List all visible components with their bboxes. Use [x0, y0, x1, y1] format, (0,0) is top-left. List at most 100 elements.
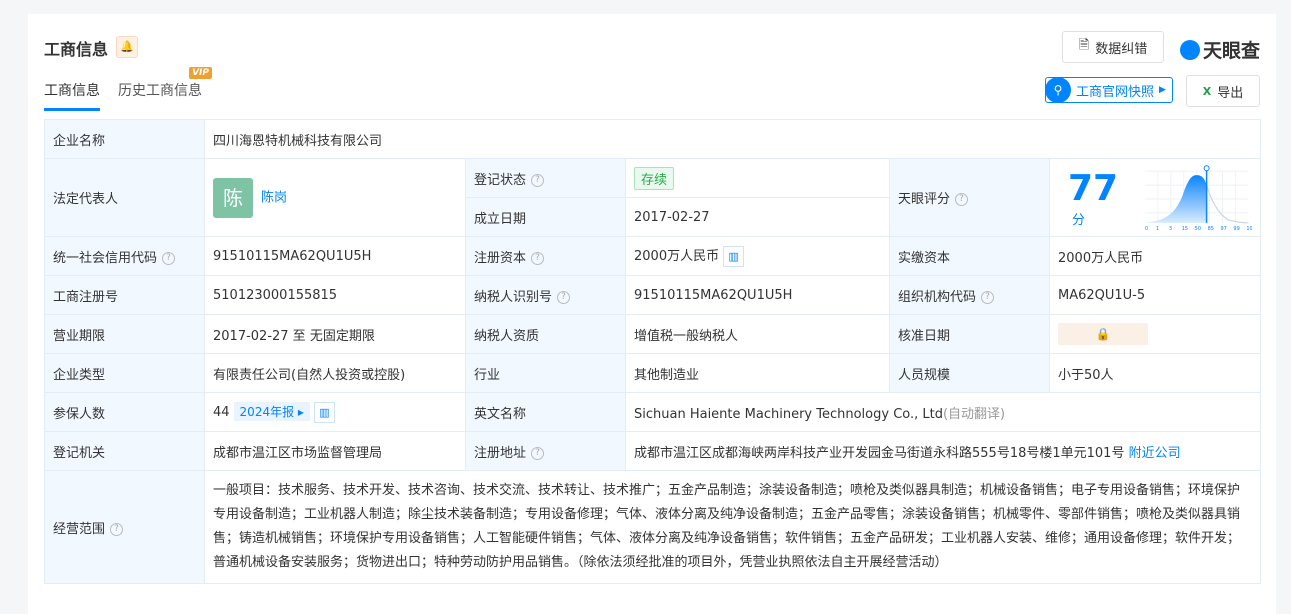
approve-date-cell: 🔒 [1049, 314, 1261, 354]
label-scope: 经营范围? [44, 470, 205, 584]
label-authority: 登记机关 [44, 431, 205, 471]
lock-icon[interactable]: 🔒 [1058, 323, 1148, 345]
nearby-companies-link[interactable]: 附近公司 [1129, 446, 1181, 461]
chart-icon[interactable]: ▥ [723, 246, 745, 267]
chart-icon[interactable]: ▥ [313, 401, 335, 423]
address-label: 注册地址 [474, 445, 527, 461]
table-row: 统一社会信用代码? 91510115MA62QU1U5H 注册资本? 2000万… [44, 236, 1261, 276]
score-value: 77 [1068, 167, 1119, 209]
staff-size: 小于50人 [1049, 353, 1261, 393]
score-label: 天眼评分 [898, 192, 951, 207]
taxpayer-qualification: 增值税一般纳税人 [625, 314, 890, 354]
help-icon[interactable]: ? [981, 290, 995, 304]
data-correction-button[interactable]: 🗎 数据纠错 [1062, 31, 1164, 63]
legal-rep-link[interactable]: 陈岗 [261, 190, 287, 205]
reg-capital-cell: 2000万人民币 ▥ [625, 236, 890, 276]
status-label: 登记状态 [474, 172, 527, 188]
bell-icon[interactable]: 🔔 [116, 36, 138, 58]
label-approve-date: 核准日期 [889, 314, 1050, 354]
table-row: 登记机关 成都市温江区市场监督管理局 注册地址? 成都市温江区成都海峡两岸科技产… [44, 431, 1261, 471]
export-button[interactable]: X 导出 [1186, 75, 1260, 107]
reg-no: 510123000155815 [204, 275, 466, 315]
score-marker-dot [1203, 164, 1210, 171]
business-info-card: 工商信息 🔔 工商信息 历史工商信息 VIP 🗎 数据纠错 天眼查 ⚲ 工商官网快照 ▶… [28, 14, 1276, 614]
founded-date: 2017-02-27 [625, 197, 890, 237]
insured-cell: 44 2024年报 ▸ ▥ [204, 392, 466, 432]
label-industry: 行业 [465, 353, 626, 393]
org-code: MA62QU1U-5 [1049, 275, 1261, 315]
tabs: 工商信息 历史工商信息 VIP [44, 67, 212, 111]
label-taxpayer-id: 纳税人识别号? [465, 275, 626, 315]
stamp-icon: ⚲ [1045, 77, 1071, 103]
label-type: 企业类型 [44, 353, 205, 393]
snapshot-label: 工商官网快照 [1076, 84, 1155, 100]
score-axis-tick: 97 [1220, 225, 1226, 230]
help-icon[interactable]: ? [531, 173, 545, 187]
paid-capital: 2000万人民币 [1049, 236, 1261, 276]
tab-business-info[interactable]: 工商信息 [44, 80, 100, 111]
avatar: 陈 [213, 177, 253, 218]
table-row: 企业名称 四川海恩特机械科技有限公司 [44, 119, 1261, 159]
label-founded: 成立日期 [465, 197, 626, 237]
excel-icon: X [1202, 84, 1212, 98]
authority: 成都市温江区市场监督管理局 [204, 431, 466, 471]
score-axis-tick: 15 [1181, 225, 1187, 230]
score-axis-tick: 0 [1145, 225, 1148, 230]
label-legal-rep: 法定代表人 [44, 158, 205, 237]
logo-icon [1180, 39, 1200, 60]
table-row: 营业期限 2017-02-27 至 无固定期限 纳税人资质 增值税一般纳税人 核… [44, 314, 1261, 354]
label-en-name: 英文名称 [465, 392, 626, 432]
help-icon[interactable]: ? [531, 251, 545, 265]
business-info-table: 企业名称 四川海恩特机械科技有限公司 法定代表人 陈陈岗 登记状态? 存续 天眼… [44, 119, 1261, 584]
reg-capital-label: 注册资本 [474, 250, 527, 266]
table-row: 法定代表人 陈陈岗 登记状态? 存续 天眼评分? 77分 0 1 3 15 50… [44, 158, 1261, 237]
status-badge: 存续 [634, 166, 675, 190]
label-taxpayer-qualification: 纳税人资质 [465, 314, 626, 354]
address-cell: 成都市温江区成都海峡两岸科技产业开发园金马街道永科路555号18号楼1单元101… [625, 431, 1261, 471]
help-icon[interactable]: ? [955, 193, 969, 206]
section-title: 工商信息 [44, 40, 109, 59]
official-snapshot-button[interactable]: ⚲ 工商官网快照 ▶ [1045, 77, 1173, 103]
address: 成都市温江区成都海峡两岸科技产业开发园金马街道永科路555号18号楼1单元101… [634, 445, 1125, 461]
label-company-name: 企业名称 [44, 119, 205, 159]
score-axis-tick: 100 [1246, 225, 1252, 230]
logo-text: 天眼查 [1203, 40, 1261, 62]
score-axis-tick: 1 [1156, 225, 1159, 230]
taxpayer-id-label: 纳税人识别号 [474, 289, 553, 305]
help-icon[interactable]: ? [531, 446, 545, 460]
export-label: 导出 [1217, 85, 1244, 101]
en-name-cell: Sichuan Haiente Machinery Technology Co.… [625, 392, 1261, 432]
label-score: 天眼评分? [889, 158, 1050, 237]
credit-code-label: 统一社会信用代码 [53, 250, 158, 266]
credit-code: 91510115MA62QU1U5H [204, 236, 466, 276]
tab-history-label: 历史工商信息 [118, 83, 202, 99]
industry: 其他制造业 [625, 353, 890, 393]
org-code-label: 组织机构代码 [898, 289, 977, 305]
label-staff: 人员规模 [889, 353, 1050, 393]
label-paid-capital: 实缴资本 [889, 236, 1050, 276]
table-row: 经营范围? 一般项目：技术服务、技术开发、技术咨询、技术交流、技术转让、技术推广… [44, 470, 1261, 584]
legal-rep: 陈陈岗 [204, 158, 466, 237]
tab-history[interactable]: 历史工商信息 VIP [118, 67, 212, 111]
tianyancha-logo: 天眼查 [1180, 36, 1260, 63]
vip-badge: VIP [189, 67, 212, 79]
auto-translate-note: (自动翻译) [942, 406, 1006, 422]
label-insured: 参保人数 [44, 392, 205, 432]
score-axis-tick: 3 [1169, 225, 1172, 230]
caret-right-icon: ▶ [1159, 85, 1166, 95]
status-cell: 存续 [625, 158, 890, 198]
annual-report-label: 2024年报 [239, 404, 295, 419]
label-credit-code: 统一社会信用代码? [44, 236, 205, 276]
label-reg-no: 工商注册号 [44, 275, 205, 315]
annual-report-button[interactable]: 2024年报 ▸ [233, 401, 310, 421]
help-icon[interactable]: ? [557, 290, 571, 304]
score-axis-tick: 99 [1233, 225, 1239, 230]
help-icon[interactable]: ? [110, 522, 124, 536]
help-icon[interactable]: ? [162, 251, 176, 265]
label-term: 营业期限 [44, 314, 205, 354]
table-row: 工商注册号 510123000155815 纳税人识别号? 91510115MA… [44, 275, 1261, 315]
label-reg-capital: 注册资本? [465, 236, 626, 276]
company-type: 有限责任公司(自然人投资或控股) [204, 353, 466, 393]
term: 2017-02-27 至 无固定期限 [204, 314, 466, 354]
label-org-code: 组织机构代码? [889, 275, 1050, 315]
